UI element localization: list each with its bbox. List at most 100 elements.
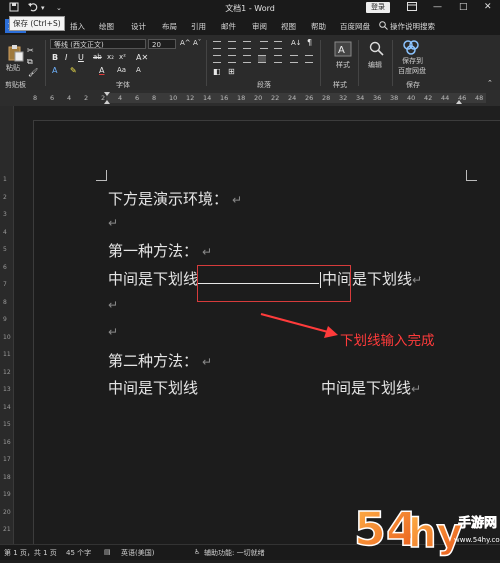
tab-mailings[interactable]: 邮件 <box>221 21 236 32</box>
bullets-icon[interactable] <box>213 41 221 49</box>
maximize-button[interactable]: □ <box>459 2 468 12</box>
decrease-indent-icon[interactable] <box>260 41 268 49</box>
tab-help[interactable]: 帮助 <box>311 21 326 32</box>
margin-corner-mark <box>96 170 107 181</box>
watermark-logo: 54 hy 手游网 www.54hy.com <box>353 497 500 559</box>
svg-text:A: A <box>338 45 345 56</box>
ruler-number: 1 <box>3 176 7 183</box>
minimize-button[interactable]: — <box>433 2 442 12</box>
accessibility-icon[interactable]: ♿ <box>194 548 200 556</box>
save-to-label[interactable]: 保存到 <box>402 56 423 66</box>
tab-design[interactable]: 设计 <box>131 21 146 32</box>
close-button[interactable]: ✕ <box>484 2 492 12</box>
editing-icon[interactable] <box>368 40 386 56</box>
tab-baidu-netdisk[interactable]: 百度网盘 <box>340 21 370 32</box>
borders-icon[interactable]: ⊞ <box>228 67 235 76</box>
format-painter-icon[interactable]: 🖌 <box>28 68 38 77</box>
tab-layout[interactable]: 布局 <box>162 21 177 32</box>
baidu-netdisk-icon[interactable] <box>402 39 420 55</box>
styles-label[interactable]: 样式 <box>336 60 350 70</box>
align-right-icon[interactable] <box>243 55 251 63</box>
svg-text:www.54hy.com: www.54hy.com <box>454 536 500 544</box>
paste-icon[interactable] <box>7 44 25 62</box>
sort-icon[interactable]: A↓ <box>291 39 302 47</box>
tab-view[interactable]: 视图 <box>281 21 296 32</box>
ruler-number: 15 <box>3 421 11 428</box>
chinese-layout-icon[interactable] <box>305 55 313 63</box>
superscript-button[interactable]: x² <box>119 53 126 61</box>
document-line[interactable]: 第二种方法： ↵ <box>108 350 212 371</box>
subscript-button[interactable]: x₂ <box>107 53 114 61</box>
accessibility-status[interactable]: 辅助功能: 一切就绪 <box>204 548 265 558</box>
page-count[interactable]: 第 1 页，共 1 页 <box>4 548 57 558</box>
tab-references[interactable]: 引用 <box>191 21 206 32</box>
ruler-number: 11 <box>3 351 11 358</box>
tab-insert[interactable]: 插入 <box>70 21 85 32</box>
ribbon-display-icon[interactable] <box>407 2 417 14</box>
cut-icon[interactable]: ✂ <box>27 46 34 55</box>
document-line[interactable]: 下方是演示环境： ↵ <box>108 188 242 209</box>
empty-line[interactable]: ↵ <box>108 322 118 340</box>
document-line[interactable]: 第一种方法： ↵ <box>108 240 212 261</box>
styles-icon[interactable]: A <box>334 40 352 57</box>
align-center-icon[interactable] <box>228 55 236 63</box>
increase-indent-icon[interactable] <box>274 41 282 49</box>
character-shading-icon[interactable]: A <box>136 66 141 74</box>
distributed-icon[interactable] <box>274 55 282 63</box>
numbering-icon[interactable] <box>228 41 236 49</box>
document-line[interactable]: 中间是下划线 中间是下划线↵ <box>108 377 421 398</box>
title-bar: ▾ ⌄ 文档1 - Word 登录 — □ ✕ <box>0 0 500 17</box>
tell-me-search[interactable]: 操作说明搜索 <box>390 21 435 32</box>
editing-label[interactable]: 编辑 <box>368 60 382 70</box>
styles-group-label: 样式 <box>333 81 347 89</box>
bold-button[interactable]: B <box>52 53 58 62</box>
language-indicator[interactable]: 英语(美国) <box>121 548 154 558</box>
document-text: 第一种方法： <box>108 242 199 260</box>
copy-icon[interactable]: ⧉ <box>27 57 33 67</box>
strikethrough-button[interactable]: ab <box>93 53 102 61</box>
proofing-icon[interactable]: ▤ <box>104 548 111 556</box>
search-icon[interactable] <box>379 21 388 32</box>
ruler-number: 20 <box>254 94 263 102</box>
text-effects-icon[interactable]: A <box>52 66 57 75</box>
align-left-icon[interactable] <box>213 55 221 63</box>
tab-review[interactable]: 审阅 <box>252 21 267 32</box>
ruler-number: 6 <box>135 94 140 102</box>
vertical-ruler[interactable]: 1 2 3 4 5 6 7 8 9 10 11 12 13 14 15 16 17 18 19 20 21 <box>0 106 14 544</box>
ruler-number: 36 <box>373 94 382 102</box>
login-button[interactable]: 登录 <box>366 2 390 13</box>
paragraph-mark-icon: ↵ <box>412 273 423 287</box>
word-count[interactable]: 45 个字 <box>66 548 91 558</box>
tab-draw[interactable]: 绘图 <box>99 21 114 32</box>
highlight-color-icon[interactable]: ✎ <box>70 66 77 75</box>
clear-formatting-icon[interactable]: A✕ <box>136 53 148 62</box>
paragraph-mark-icon: ↵ <box>202 245 213 259</box>
italic-button[interactable]: I <box>65 53 67 62</box>
line-spacing-icon[interactable] <box>290 55 298 63</box>
empty-line[interactable]: ↵ <box>108 213 118 231</box>
paragraph-mark-icon: ↵ <box>411 382 422 396</box>
font-size-select[interactable]: 20 <box>148 39 176 49</box>
collapse-ribbon-icon[interactable]: ⌃ <box>487 79 493 87</box>
ribbon-home: 粘贴 ✂ ⧉ 🖌 剪贴板 等线 (西文正文) 20 A^ Aˇ B I U ab… <box>0 35 500 91</box>
ruler-number: 16 <box>220 94 229 102</box>
underline-button[interactable]: U <box>78 53 84 62</box>
font-color-button[interactable]: A <box>99 66 104 75</box>
baidu-netdisk-label[interactable]: 百度网盘 <box>398 66 426 76</box>
show-marks-icon[interactable]: ¶ <box>307 38 312 47</box>
annotation-callout: 下划线输入完成 <box>340 333 435 349</box>
shading-icon[interactable]: ◧ <box>213 67 221 76</box>
paste-label[interactable]: 粘贴 <box>6 63 20 73</box>
justify-icon[interactable] <box>258 55 266 63</box>
horizontal-ruler[interactable]: 8 6 4 2 2 4 6 8 10 12 14 16 18 20 22 24 26 28 32 34 36 38 40 42… <box>0 90 500 106</box>
grow-font-icon[interactable]: A^ <box>180 39 191 47</box>
multilevel-list-icon[interactable] <box>243 41 251 49</box>
ruler-number: 8 <box>152 94 157 102</box>
shrink-font-icon[interactable]: Aˇ <box>193 39 201 47</box>
change-case-icon[interactable]: Aa <box>117 66 126 74</box>
empty-line[interactable]: ↵ <box>108 295 118 313</box>
ruler-number: 16 <box>3 438 11 446</box>
divider <box>45 40 46 86</box>
document-text: 中间是下划线 <box>321 379 412 397</box>
font-name-select[interactable]: 等线 (西文正文) <box>50 39 146 49</box>
